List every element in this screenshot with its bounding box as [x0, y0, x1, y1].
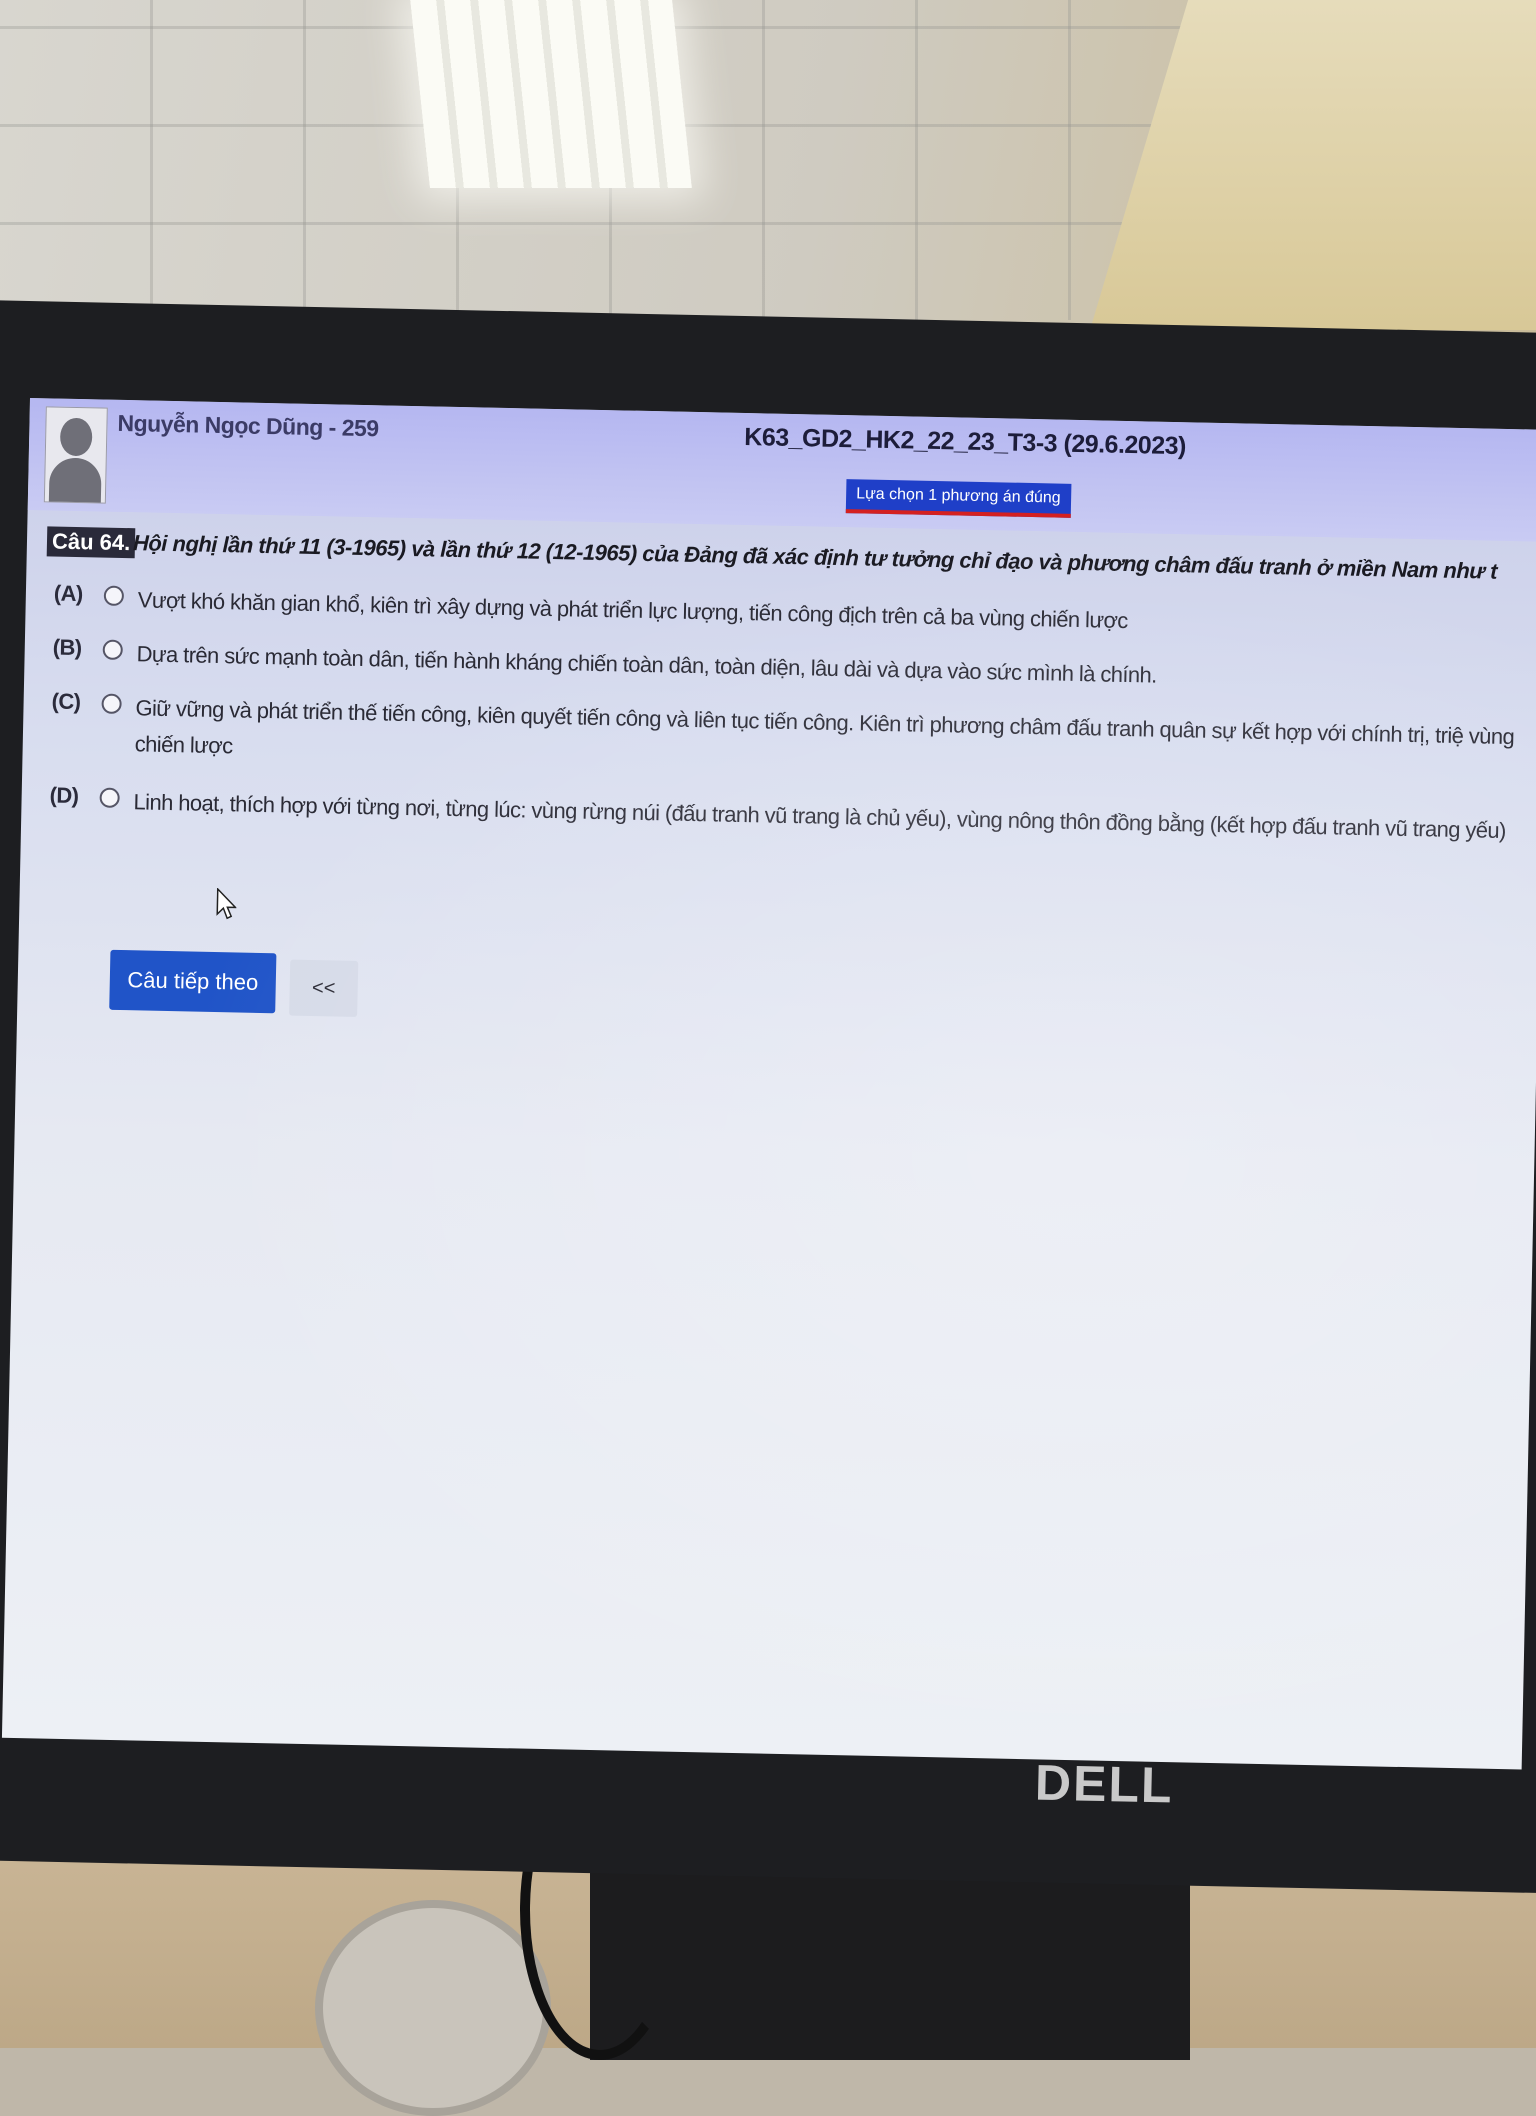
avatar-body-icon: [48, 457, 102, 504]
option-text: Dựa trên sức mạnh toàn dân, tiến hành kh…: [136, 641, 1157, 688]
exam-title: K63_GD2_HK2_22_23_T3-3 (29.6.2023): [744, 422, 1187, 461]
ceiling-light: [410, 0, 692, 188]
radio-button[interactable]: [101, 693, 122, 714]
question-number: Câu 64.: [46, 526, 136, 559]
dell-logo: DELL: [1034, 1754, 1175, 1814]
option-a[interactable]: (A) Vượt khó khăn gian khổ, kiên trì xây…: [53, 580, 1534, 633]
radio-button[interactable]: [102, 639, 123, 660]
student-name: Nguyễn Ngọc Dũng - 259: [117, 409, 379, 442]
instruction-badge: Lựa chọn 1 phương án đúng: [845, 479, 1071, 518]
question-text: Hội nghị lần thứ 11 (3-1965) và lần thứ …: [132, 530, 1498, 584]
option-text: Linh hoạt, thích hợp với từng nơi, từng …: [133, 789, 1507, 843]
option-d[interactable]: (D) Linh hoạt, thích hợp với từng nơi, t…: [49, 782, 1530, 843]
desk-grommet: [315, 1900, 551, 2116]
option-text: Giữ vững và phát triển thế tiến công, ki…: [134, 695, 1515, 759]
exam-screen: Nguyễn Ngọc Dũng - 259 K63_GD2_HK2_22_23…: [1, 398, 1536, 1770]
previous-question-button[interactable]: <<: [289, 959, 359, 1017]
option-letter: (A): [53, 580, 83, 607]
next-question-button[interactable]: Câu tiếp theo: [109, 949, 277, 1014]
option-letter: (D): [49, 782, 79, 809]
mouse-cursor-icon: [216, 888, 237, 920]
option-letter: (B): [52, 634, 82, 661]
option-text: Vượt khó khăn gian khổ, kiên trì xây dựn…: [137, 587, 1128, 634]
avatar-head-icon: [59, 417, 93, 457]
avatar: [43, 406, 108, 504]
option-letter: (C): [51, 688, 81, 715]
radio-button[interactable]: [103, 585, 125, 607]
radio-button[interactable]: [99, 787, 120, 808]
